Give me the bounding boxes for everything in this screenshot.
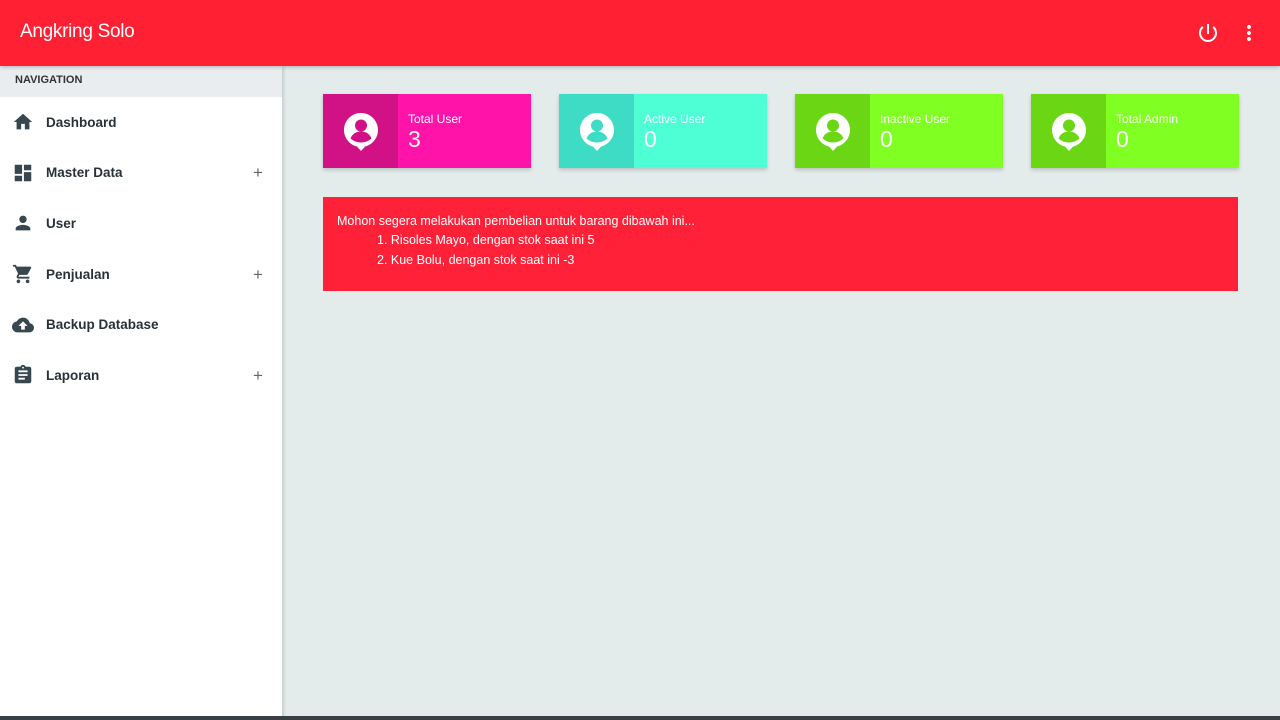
cloud-upload-icon: [12, 314, 34, 336]
expand-plus-icon[interactable]: +: [253, 367, 263, 384]
stat-tile-inactive-user[interactable]: Inactive User 0: [795, 94, 1003, 168]
stat-title: Active User: [644, 112, 706, 126]
stat-title: Total Admin: [1116, 112, 1179, 126]
stat-tile-body: Total User 3: [398, 94, 531, 168]
stat-count: 3: [408, 126, 421, 152]
stat-tile-total-user[interactable]: Total User 3: [323, 94, 531, 168]
top-app-bar: Angkring Solo: [0, 0, 1280, 66]
stat-count: 0: [644, 126, 657, 152]
clipboard-icon: [12, 364, 34, 386]
stat-tile-total-admin[interactable]: Total Admin 0: [1031, 94, 1239, 168]
stat-title: Inactive User: [880, 112, 951, 126]
stat-count: 0: [880, 126, 893, 152]
sidebar: NAVIGATION Dashboard Master Data + User Penj…: [0, 66, 282, 720]
dashboard-grid-icon: [12, 162, 34, 184]
stock-alert: Mohon segera melakukan pembelian untuk b…: [323, 197, 1238, 291]
sidebar-item-label: Dashboard: [46, 114, 117, 130]
app-title[interactable]: Angkring Solo: [20, 21, 135, 43]
nav-header: NAVIGATION: [0, 66, 282, 97]
stat-tile-body: Inactive User 0: [870, 94, 1003, 168]
stat-tile-active-user[interactable]: Active User 0: [559, 94, 767, 168]
stat-tile-body: Active User 0: [634, 94, 767, 168]
taskbar-edge: [0, 716, 1280, 720]
stat-count: 0: [1116, 126, 1129, 152]
user-badge-icon: [323, 94, 398, 168]
sidebar-item-penjualan[interactable]: Penjualan +: [0, 249, 282, 300]
sidebar-item-label: Laporan: [46, 367, 100, 383]
user-badge-icon: [559, 94, 634, 168]
more-vert-icon[interactable]: [1237, 21, 1261, 45]
alert-list: 1. Risoles Mayo, dengan stok saat ini 5 2…: [337, 231, 1224, 270]
sidebar-item-label: User: [46, 215, 77, 231]
alert-message: Mohon segera melakukan pembelian untuk b…: [337, 214, 695, 228]
sidebar-item-master-data[interactable]: Master Data +: [0, 148, 282, 199]
sidebar-item-dashboard[interactable]: Dashboard: [0, 97, 282, 148]
user-badge-icon: [1031, 94, 1106, 168]
stat-title: Total User: [408, 112, 463, 126]
home-icon: [12, 111, 34, 133]
sidebar-item-label: Penjualan: [46, 266, 110, 282]
person-icon: [12, 212, 34, 234]
alert-list-item: 2. Kue Bolu, dengan stok saat ini -3: [377, 252, 575, 267]
cart-icon: [12, 263, 34, 285]
sidebar-item-backup-database[interactable]: Backup Database: [0, 299, 282, 350]
sidebar-item-label: Backup Database: [46, 317, 159, 333]
sidebar-item-laporan[interactable]: Laporan +: [0, 350, 282, 401]
power-icon[interactable]: [1196, 21, 1220, 45]
sidebar-item-user[interactable]: User: [0, 198, 282, 249]
expand-plus-icon[interactable]: +: [253, 266, 263, 283]
sidebar-item-label: Master Data: [46, 165, 123, 181]
user-badge-icon: [795, 94, 870, 168]
expand-plus-icon[interactable]: +: [253, 164, 263, 181]
nav-list: Dashboard Master Data + User Penjualan + Backu…: [0, 97, 282, 401]
stat-tile-body: Total Admin 0: [1106, 94, 1239, 168]
alert-list-item: 1. Risoles Mayo, dengan stok saat ini 5: [377, 233, 595, 247]
